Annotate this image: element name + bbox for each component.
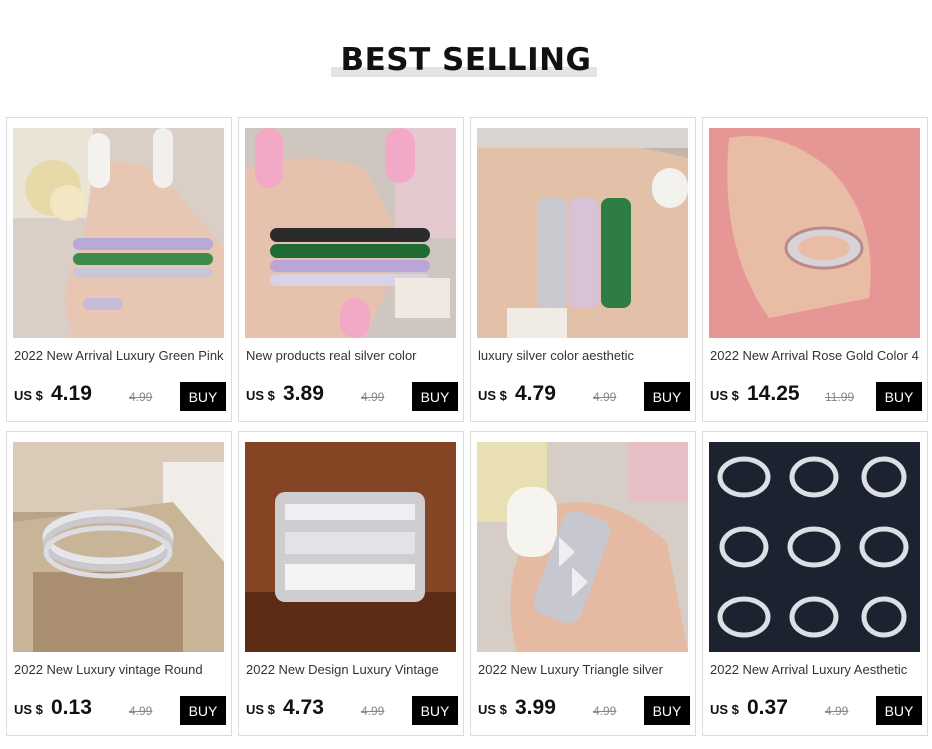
original-price: 11.99 [825,390,855,404]
price-row: US $ 4.79 4.99 BUY [478,380,690,412]
currency-label: US $ [246,388,275,403]
stacked-rings-baguette-icon [477,128,688,338]
product-image[interactable] [13,442,224,652]
product-image[interactable] [477,442,688,652]
buy-button[interactable]: BUY [644,696,690,725]
product-price: 3.89 [283,382,324,405]
product-price: 14.25 [747,382,800,405]
product-price: 3.99 [515,696,556,719]
product-image[interactable] [709,128,920,338]
product-name[interactable]: 2022 New Arrival Luxury Green Pink Silve… [14,347,224,364]
original-price: 4.99 [825,704,849,718]
product-card[interactable]: 2022 New Luxury vintage Round silver col… [6,431,232,736]
product-name[interactable]: luxury silver color aesthetic baguette s… [478,347,688,364]
buy-button[interactable]: BUY [412,382,458,411]
ring-in-box-icon [13,442,224,652]
product-price: 4.73 [283,696,324,719]
buy-button[interactable]: BUY [180,382,226,411]
original-price: 4.99 [593,704,617,718]
price-row: US $ 4.19 4.99 BUY [14,380,226,412]
product-name[interactable]: 2022 New Luxury vintage Round silver col… [14,661,224,678]
product-card[interactable]: 2022 New Arrival Rose Gold Color 4 Piece… [702,117,928,422]
product-price: 4.19 [51,382,92,405]
currency-label: US $ [246,702,275,717]
currency-label: US $ [710,388,739,403]
product-price: 0.37 [747,696,788,719]
product-name[interactable]: 2022 New Arrival Rose Gold Color 4 Piece… [710,347,920,364]
stacked-rings-green-purple-icon [245,128,456,338]
original-price: 4.99 [593,390,617,404]
product-card[interactable]: 2022 New Arrival Luxury Green Pink Silve… [6,117,232,422]
product-name[interactable]: 2022 New Arrival Luxury Aesthetic Fashio… [710,661,920,678]
product-card[interactable]: luxury silver color aesthetic baguette s… [470,117,696,422]
product-card[interactable]: 2022 New Arrival Luxury Aesthetic Fashio… [702,431,928,736]
product-price: 4.79 [515,382,556,405]
product-image[interactable] [13,128,224,338]
currency-label: US $ [710,702,739,717]
section-title: BEST SELLING [340,42,592,78]
rose-gold-stacked-ring-icon [709,128,920,338]
product-price: 0.13 [51,696,92,719]
product-image[interactable] [245,442,456,652]
currency-label: US $ [478,388,507,403]
product-name[interactable]: 2022 New Design Luxury Vintage Retro Pin… [246,661,456,678]
price-row: US $ 0.37 4.99 BUY [710,694,922,726]
product-name[interactable]: 2022 New Luxury Triangle silver color ae… [478,661,688,678]
wide-baguette-ring-icon [245,442,456,652]
currency-label: US $ [14,388,43,403]
triangle-band-ring-icon [477,442,688,652]
product-card[interactable]: New products real silver color aesthetic… [238,117,464,422]
product-image[interactable] [709,442,920,652]
product-card[interactable]: 2022 New Design Luxury Vintage Retro Pin… [238,431,464,736]
stacked-rings-green-pink-icon [13,128,224,338]
price-row: US $ 3.99 4.99 BUY [478,694,690,726]
price-row: US $ 4.73 4.99 BUY [246,694,458,726]
price-row: US $ 14.25 11.99 BUY [710,380,922,412]
original-price: 4.99 [361,704,385,718]
product-image[interactable] [477,128,688,338]
buy-button[interactable]: BUY [412,696,458,725]
buy-button[interactable]: BUY [644,382,690,411]
price-row: US $ 0.13 4.99 BUY [14,694,226,726]
price-row: US $ 3.89 4.99 BUY [246,380,458,412]
product-image[interactable] [245,128,456,338]
buy-button[interactable]: BUY [876,696,922,725]
original-price: 4.99 [129,704,153,718]
original-price: 4.99 [361,390,385,404]
currency-label: US $ [478,702,507,717]
original-price: 4.99 [129,390,153,404]
currency-label: US $ [14,702,43,717]
buy-button[interactable]: BUY [876,382,922,411]
product-card[interactable]: 2022 New Luxury Triangle silver color ae… [470,431,696,736]
buy-button[interactable]: BUY [180,696,226,725]
product-name[interactable]: New products real silver color aesthetic… [246,347,456,364]
section-header: BEST SELLING [0,0,932,110]
open-rings-collection-icon [709,442,920,652]
